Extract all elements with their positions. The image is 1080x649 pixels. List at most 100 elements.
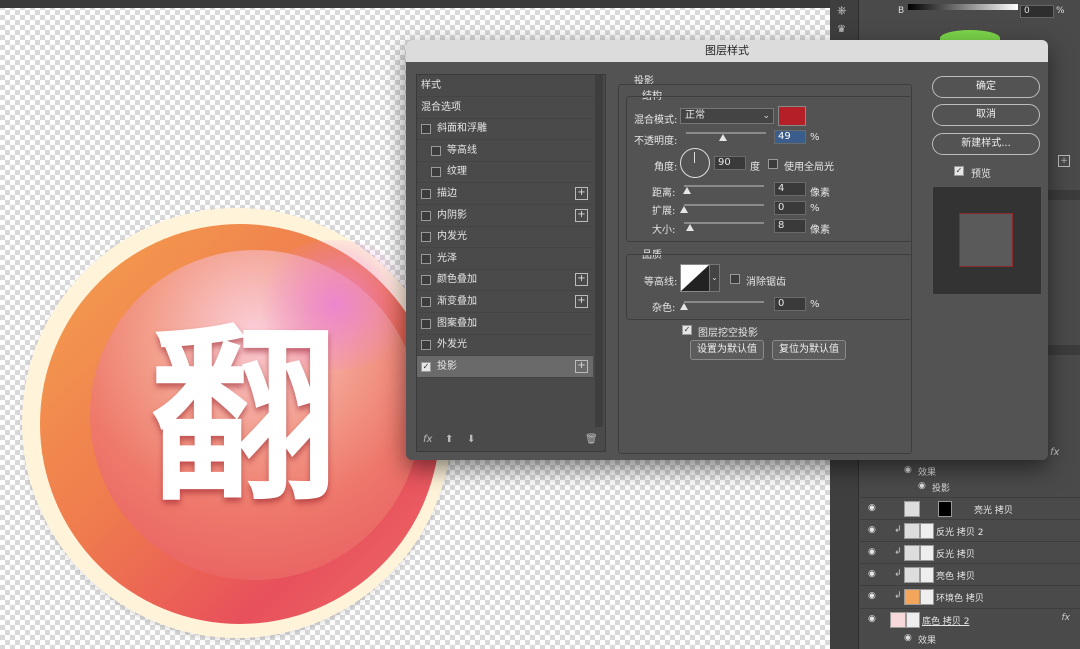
eye-icon[interactable]: ◉: [918, 481, 926, 491]
eye-icon[interactable]: ◉: [904, 465, 912, 475]
crown-icon[interactable]: ♛: [837, 24, 846, 35]
add-style-icon[interactable]: +: [575, 295, 588, 308]
style-item[interactable]: 斜面和浮雕: [417, 118, 593, 141]
layer-row[interactable]: ◉ 底色 拷贝 2 fx: [858, 608, 1080, 630]
layer-thumbnail: [904, 567, 920, 583]
style-checkbox[interactable]: [421, 253, 431, 264]
fx-menu-icon[interactable]: fx: [423, 434, 432, 445]
style-checkbox[interactable]: [421, 124, 431, 135]
trash-icon[interactable]: 🗑: [585, 434, 598, 445]
opacity-input[interactable]: 49: [774, 130, 806, 144]
add-style-icon[interactable]: +: [575, 273, 588, 287]
eye-icon[interactable]: ◉: [868, 569, 876, 579]
eye-icon[interactable]: ◉: [904, 633, 912, 643]
size-input[interactable]: 8: [774, 219, 806, 233]
layer-row[interactable]: ◉ ↲ 反光 拷贝: [858, 541, 1080, 563]
layer-fx-icon[interactable]: fx: [1062, 613, 1071, 623]
style-checkbox[interactable]: [431, 145, 441, 156]
shadow-color-swatch[interactable]: [778, 106, 806, 126]
layer-thumbnail: [904, 501, 920, 517]
b-channel-slider[interactable]: [908, 4, 1018, 10]
ok-button[interactable]: 确定: [932, 76, 1040, 98]
style-item[interactable]: 内阴影 +: [417, 205, 593, 227]
layer-fx-icon[interactable]: fx: [1050, 447, 1059, 458]
global-light-checkbox[interactable]: [768, 159, 778, 169]
style-item[interactable]: 样式: [417, 75, 593, 97]
layer-mask-thumbnail: [920, 589, 934, 605]
opacity-slider-knob[interactable]: [719, 134, 727, 141]
set-default-button[interactable]: 设置为默认值: [690, 340, 764, 360]
style-checkbox[interactable]: [421, 340, 431, 351]
style-item[interactable]: 光泽: [417, 248, 593, 270]
style-checkbox[interactable]: ✓: [421, 361, 431, 372]
add-icon[interactable]: +: [1058, 155, 1070, 167]
style-item[interactable]: 混合选项: [417, 97, 593, 119]
style-checkbox[interactable]: [421, 210, 431, 221]
b-channel-value[interactable]: 0: [1020, 5, 1054, 18]
layer-mask-thumbnail: [920, 523, 934, 539]
move-up-icon[interactable]: ⬆: [445, 434, 453, 445]
style-item[interactable]: 颜色叠加 +: [417, 269, 593, 292]
layer-mask-thumbnail: [920, 545, 934, 561]
distance-slider-knob[interactable]: [683, 187, 691, 194]
layer-effects-row[interactable]: ◉ 效果: [858, 630, 1080, 646]
style-item-label: 内发光: [437, 231, 467, 243]
spread-input[interactable]: 0: [774, 201, 806, 215]
new-style-button[interactable]: 新建样式...: [932, 133, 1040, 155]
noise-slider-track[interactable]: [684, 301, 764, 303]
layer-row[interactable]: ◉ ↲ 环境色 拷贝: [858, 585, 1080, 607]
layer-name: 反光 拷贝: [936, 550, 975, 560]
style-checkbox[interactable]: [421, 318, 431, 329]
angle-dial[interactable]: [680, 148, 710, 178]
layer-effects-row[interactable]: ◉ 效果: [858, 462, 1080, 478]
style-item[interactable]: 外发光: [417, 334, 593, 357]
layer-row[interactable]: ◉ ↲ 亮色 拷贝: [858, 563, 1080, 585]
distance-slider-track[interactable]: [684, 185, 764, 187]
eye-icon[interactable]: ◉: [868, 503, 876, 513]
style-item[interactable]: 内发光: [417, 226, 593, 249]
spread-slider-knob[interactable]: [680, 206, 688, 213]
style-item[interactable]: 等高线: [417, 140, 593, 162]
noise-input[interactable]: 0: [774, 297, 806, 311]
layer-name: 亮光 拷贝: [974, 506, 1013, 516]
style-checkbox[interactable]: [431, 167, 441, 178]
eye-icon[interactable]: ◉: [868, 591, 876, 601]
knockout-checkbox[interactable]: ✓: [682, 325, 692, 335]
style-item[interactable]: 描边 +: [417, 183, 593, 205]
distance-input[interactable]: 4: [774, 182, 806, 196]
style-item[interactable]: 渐变叠加 +: [417, 291, 593, 313]
antialias-checkbox[interactable]: [730, 274, 740, 284]
eye-icon[interactable]: ◉: [868, 547, 876, 557]
style-item[interactable]: 图案叠加: [417, 313, 593, 335]
eye-icon[interactable]: ◉: [868, 525, 876, 535]
reset-default-button[interactable]: 复位为默认值: [772, 340, 846, 360]
eye-icon[interactable]: ◉: [868, 614, 876, 624]
layer-dropshadow-row[interactable]: ◉ 投影: [858, 478, 1080, 494]
blend-mode-select[interactable]: 正常 ⌄: [680, 108, 774, 124]
add-style-icon[interactable]: +: [575, 187, 588, 200]
style-checkbox[interactable]: [421, 275, 431, 286]
size-slider-track[interactable]: [684, 222, 764, 224]
style-item[interactable]: 纹理: [417, 161, 593, 184]
styles-scrollbar[interactable]: [595, 75, 603, 427]
move-down-icon[interactable]: ⬇: [467, 434, 475, 445]
spread-slider-track[interactable]: [684, 204, 764, 206]
add-style-icon[interactable]: +: [575, 208, 588, 222]
noise-slider-knob[interactable]: [680, 303, 688, 310]
size-unit: 像素: [810, 225, 830, 236]
add-style-icon[interactable]: +: [575, 359, 588, 373]
noise-label: 杂色:: [652, 303, 676, 314]
cancel-button[interactable]: 取消: [932, 104, 1040, 126]
style-checkbox[interactable]: [421, 297, 431, 307]
contour-preview[interactable]: [680, 264, 710, 292]
style-checkbox[interactable]: [421, 232, 431, 243]
contour-dropdown[interactable]: ⌄: [709, 264, 720, 292]
preview-checkbox[interactable]: ✓: [954, 166, 964, 176]
style-checkbox[interactable]: [421, 189, 431, 199]
style-item[interactable]: ✓ 投影 +: [417, 355, 593, 378]
wheel-icon[interactable]: ⎈: [837, 3, 847, 18]
size-slider-knob[interactable]: [686, 224, 694, 231]
layer-row[interactable]: ◉ ↲ 反光 拷贝 2: [858, 519, 1080, 541]
layer-row[interactable]: ◉ 亮光 拷贝: [858, 497, 1080, 519]
angle-input[interactable]: 90: [714, 156, 746, 170]
